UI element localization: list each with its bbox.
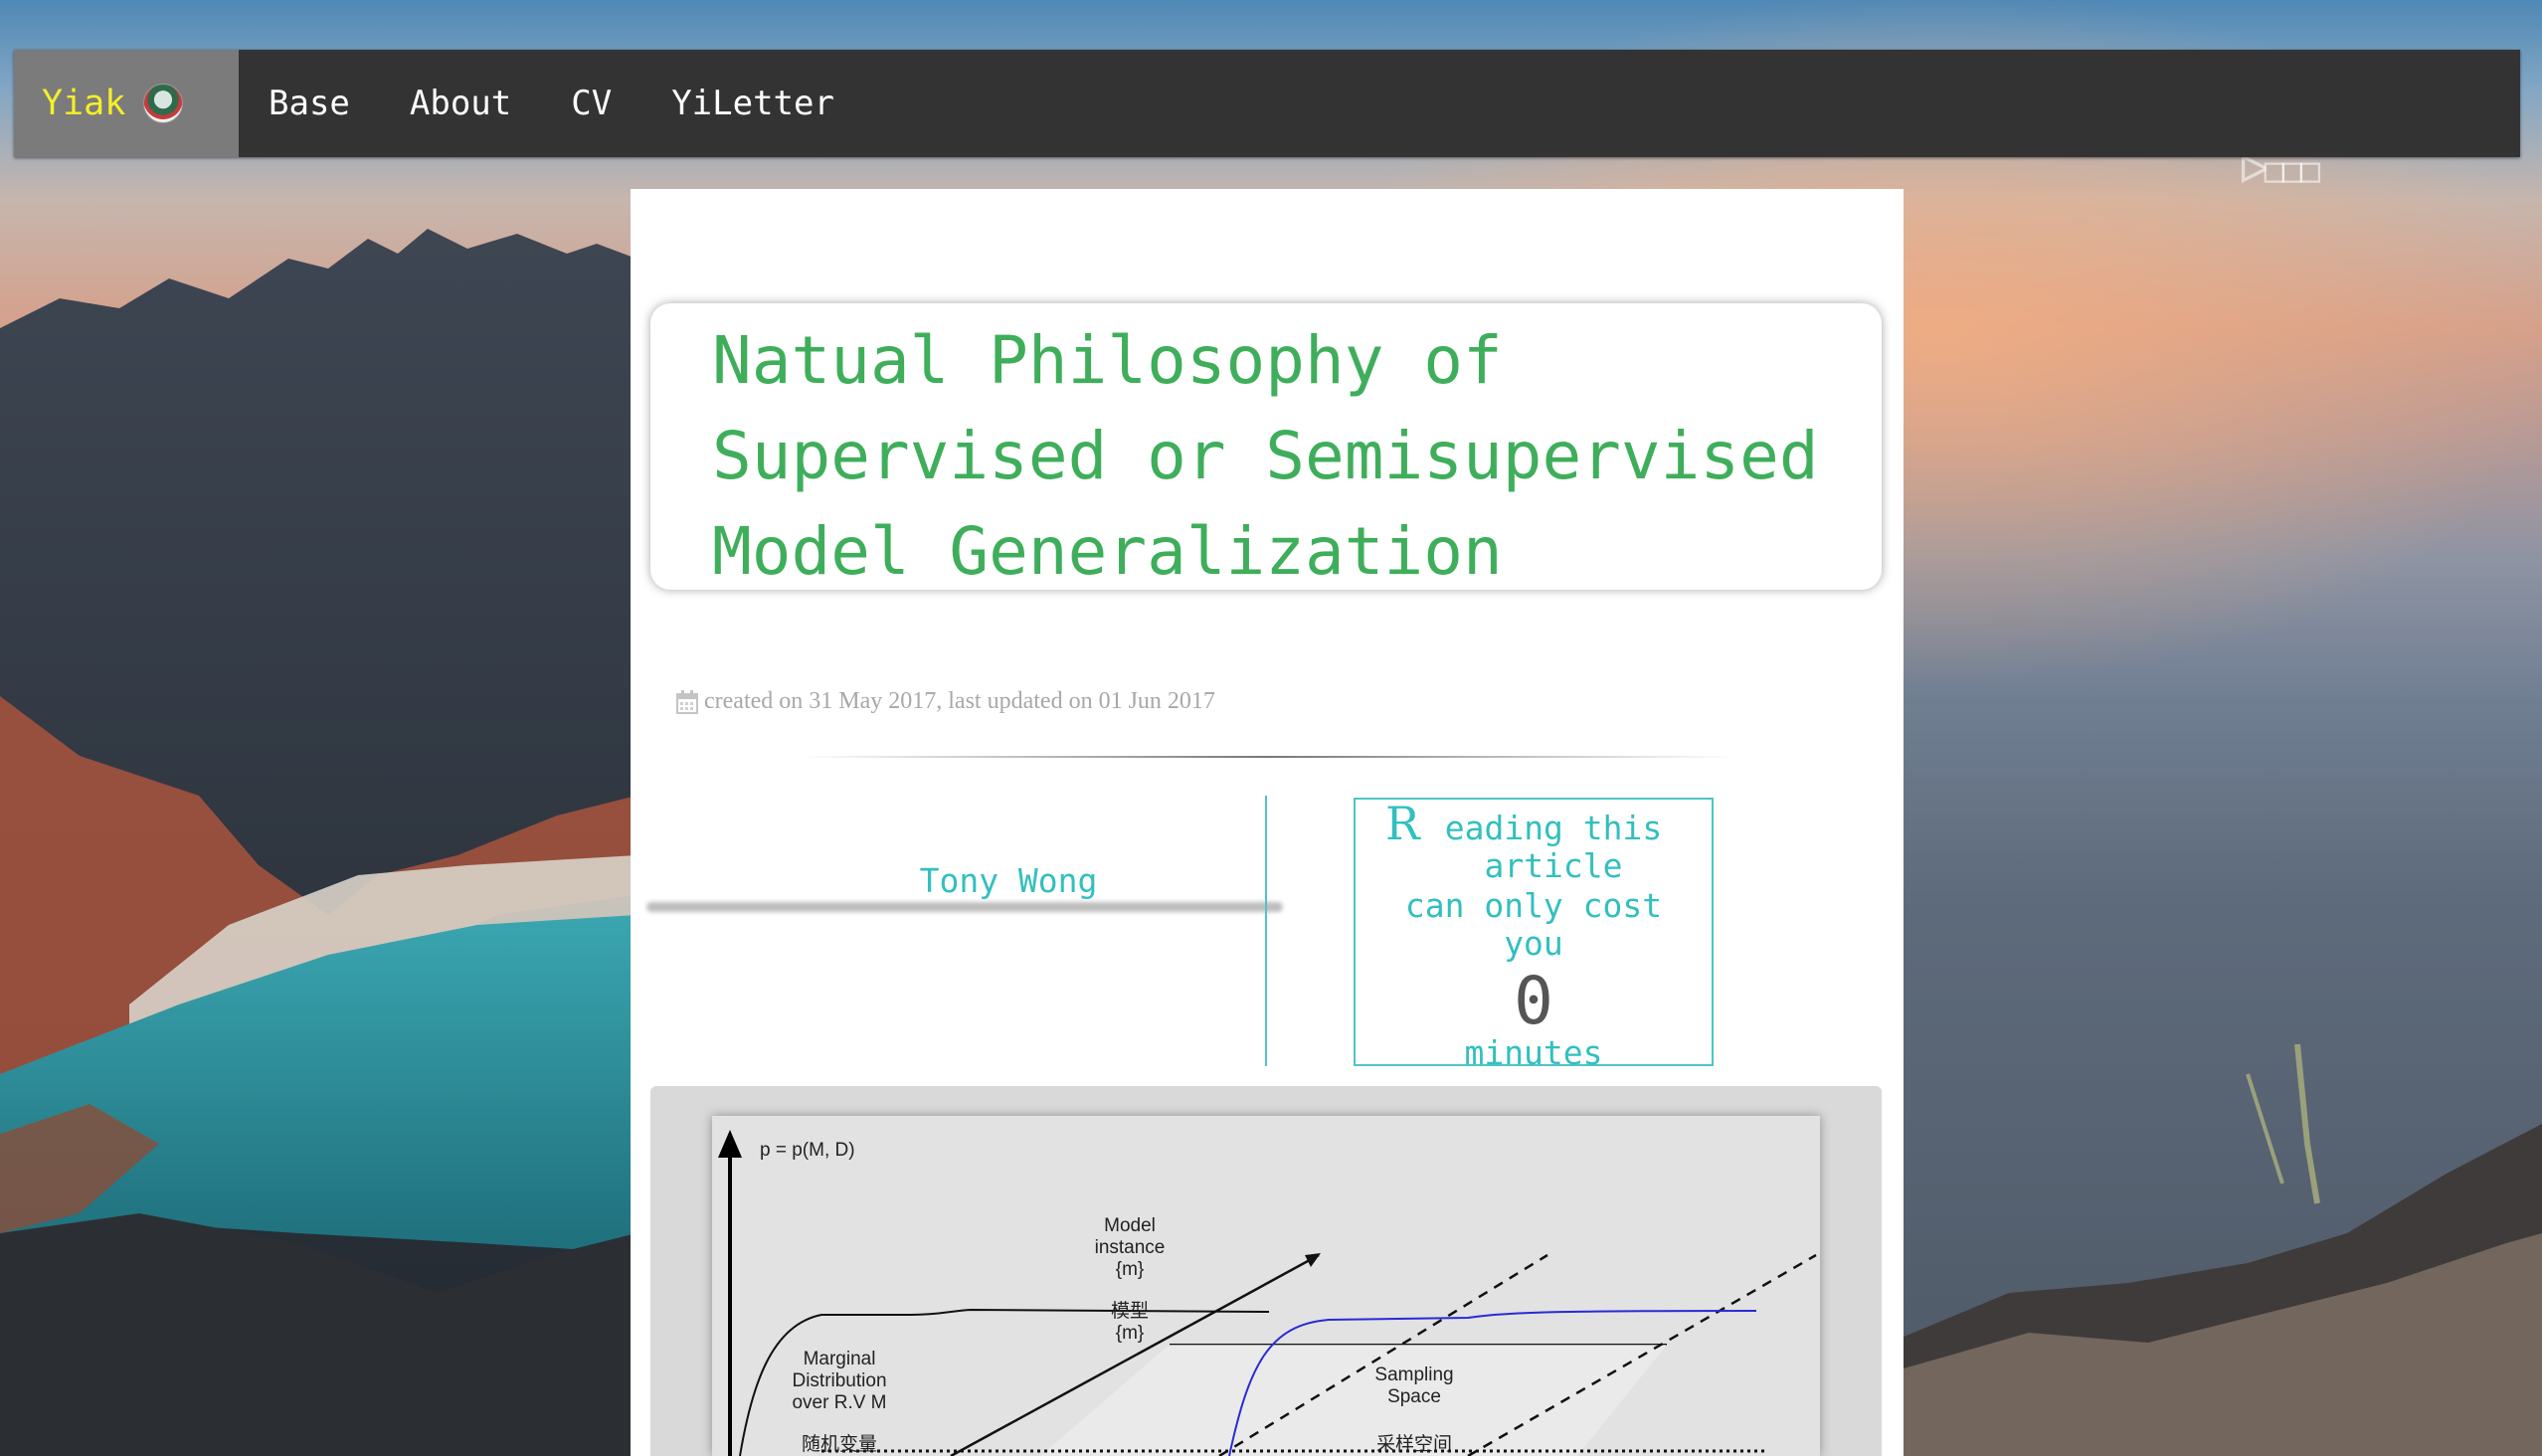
model-instance-label-1: Model	[1104, 1215, 1156, 1236]
nav-link-base[interactable]: Base	[269, 84, 350, 123]
meta-dates: created on 31 May 2017, last updated on …	[704, 688, 1215, 714]
author-underline-shadow	[646, 902, 1283, 912]
y-axis-label: p = p(M, D)	[760, 1140, 855, 1161]
nav-link-cv[interactable]: CV	[571, 84, 612, 123]
top-navbar: Yiak Base About CV YiLetter	[14, 50, 2520, 157]
reading-line-4: you	[1504, 924, 1563, 963]
reading-line-1: eading this	[1444, 809, 1663, 847]
article-meta: created on 31 May 2017, last updated on …	[676, 688, 1215, 715]
marginal-label-3: over R.V M	[792, 1392, 886, 1413]
sampling-label-1: Sampling	[1374, 1365, 1453, 1385]
vertical-divider	[1265, 796, 1267, 1066]
brand-home-link[interactable]: Yiak	[14, 50, 239, 157]
sampling-cn-label: 采样空间	[1376, 1433, 1452, 1455]
article-title: Natual Philosophy of Supervised or Semis…	[712, 322, 1819, 590]
model-distribution-figure: p = p(M, D) Model instance {m} 模型 {m} Ma…	[712, 1116, 1820, 1456]
nav-links: Base About CV YiLetter	[269, 84, 894, 123]
nav-link-yiletter[interactable]: YiLetter	[671, 84, 834, 123]
author-link[interactable]: Tony Wong	[631, 861, 1386, 900]
model-cn-label-1: 模型	[1111, 1300, 1149, 1322]
calendar-icon	[676, 689, 698, 714]
avatar	[143, 84, 184, 123]
y-axis-arrow-icon	[718, 1130, 742, 1158]
model-instance-label-2: instance	[1095, 1237, 1166, 1258]
reading-time-box: R eading this article can only cost you …	[1354, 797, 1714, 1072]
reading-line-3: can only cost	[1404, 886, 1663, 925]
marginal-label-1: Marginal	[804, 1349, 876, 1369]
model-instance-label-3: {m}	[1116, 1259, 1145, 1280]
title-card: Natual Philosophy of Supervised or Semis…	[650, 303, 1882, 590]
background-cliff-grass	[1890, 1044, 2542, 1456]
reading-initial: R	[1385, 797, 1420, 850]
background-mountain-landscape	[0, 229, 636, 1456]
model-cn-label-2: {m}	[1116, 1323, 1145, 1344]
brand-name: Yiak	[42, 84, 126, 123]
nav-link-about[interactable]: About	[410, 84, 511, 123]
sampling-region	[1040, 1345, 1667, 1456]
marginal-label-2: Distribution	[792, 1370, 886, 1391]
divider	[800, 756, 1734, 758]
figure-container: p = p(M, D) Model instance {m} 模型 {m} Ma…	[650, 1086, 1882, 1456]
article-panel: Natual Philosophy of Supervised or Semis…	[631, 189, 1904, 1456]
reading-line-2: article	[1484, 846, 1623, 885]
sampling-label-2: Space	[1387, 1386, 1441, 1407]
reading-minutes-count: 0	[1514, 963, 1553, 1039]
random-var-cn-label: 随机变量	[802, 1433, 877, 1455]
reading-unit: minutes	[1464, 1033, 1603, 1072]
